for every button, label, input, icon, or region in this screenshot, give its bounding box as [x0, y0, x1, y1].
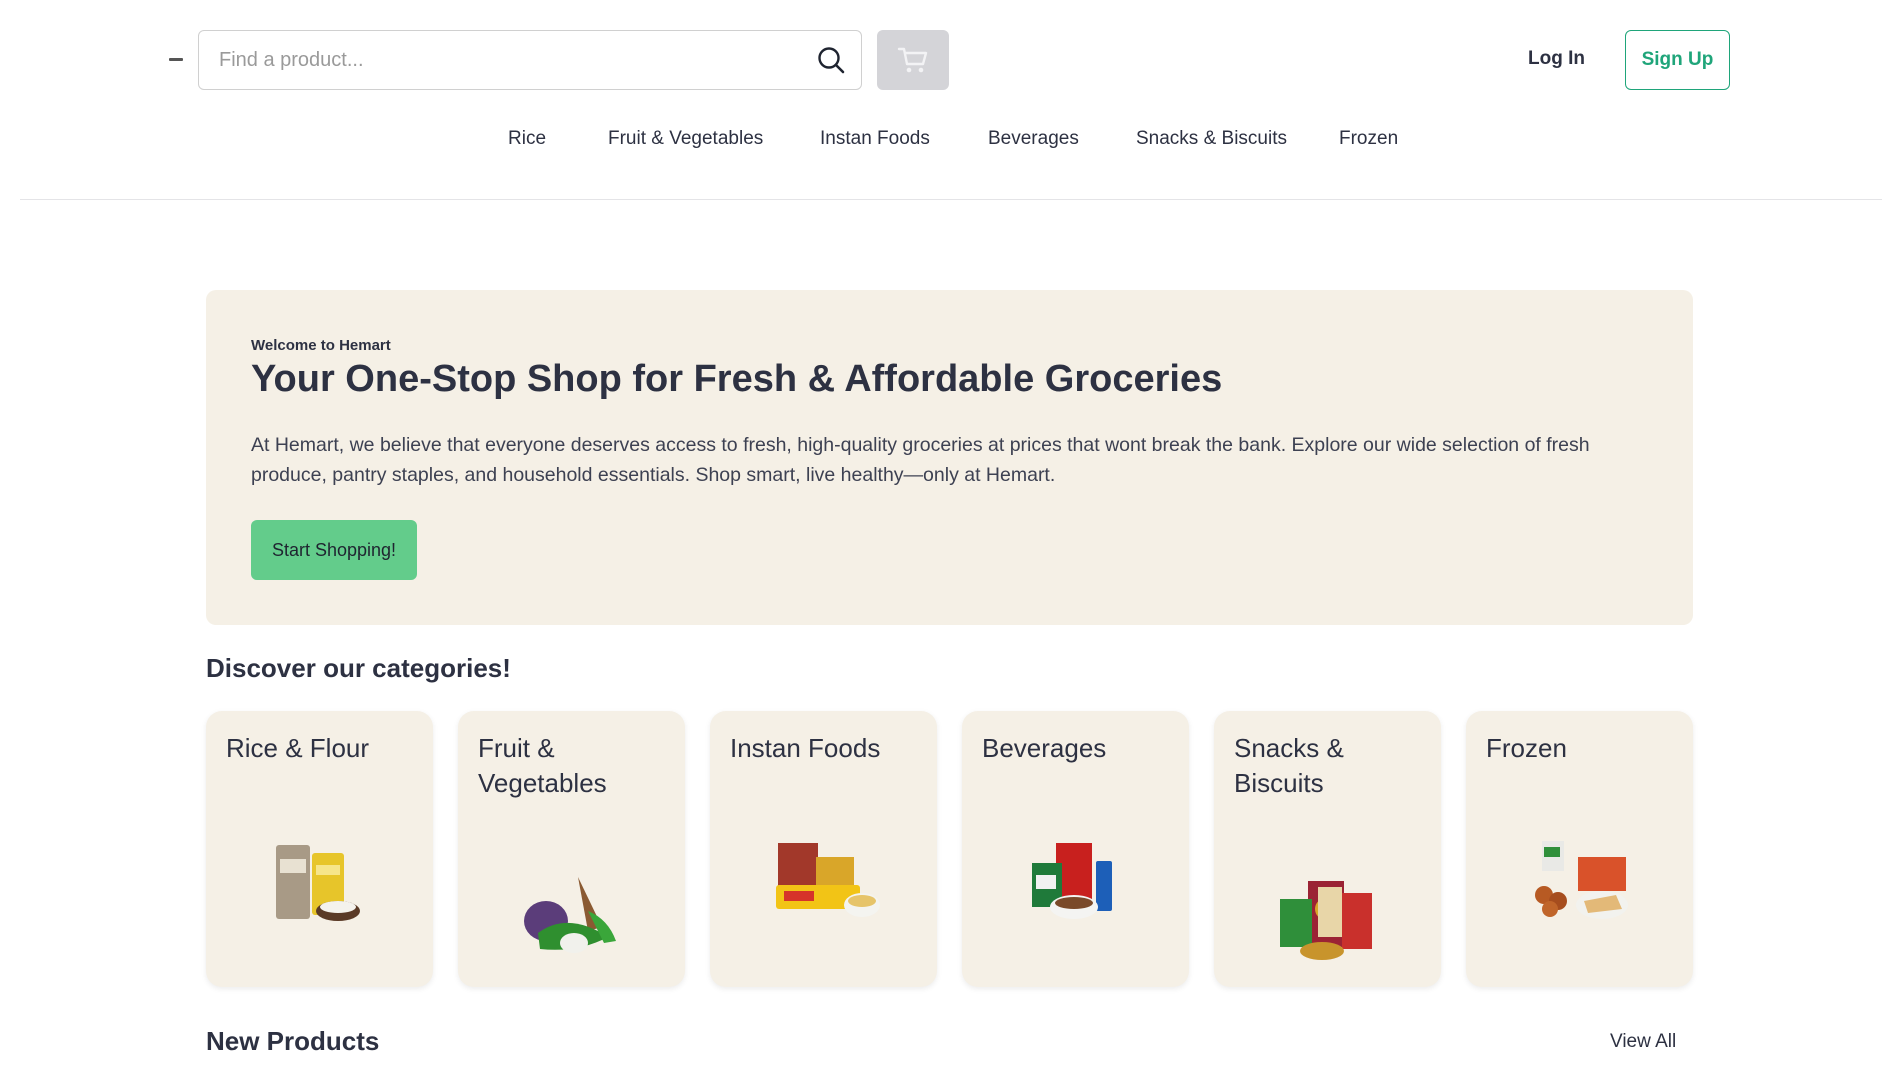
- hero-description: At Hemart, we believe that everyone dese…: [251, 434, 1590, 486]
- category-name: Frozen: [1486, 733, 1567, 763]
- category-card-beverages[interactable]: Beverages: [962, 711, 1189, 987]
- nav-item-fruit-vegetables[interactable]: Fruit & Vegetables: [608, 128, 763, 150]
- category-card-instan-foods[interactable]: Instan Foods: [710, 711, 937, 987]
- category-nav: Rice Fruit & Vegetables Instan Foods Bev…: [0, 128, 1882, 154]
- snacks-biscuits-image: [1280, 881, 1372, 960]
- site-header: Log In Sign Up Rice Fruit & Vegetables I…: [0, 0, 1882, 200]
- hero-title: Your One-Stop Shop for Fresh & Affordabl…: [251, 358, 1223, 400]
- cart-button[interactable]: [877, 30, 949, 90]
- beverages-image: [1032, 843, 1112, 919]
- nav-item-rice[interactable]: Rice: [508, 128, 546, 150]
- search-icon: [818, 47, 845, 74]
- category-name: Snacks & Biscuits: [1234, 733, 1344, 798]
- hero-banner: Welcome to Hemart Your One-Stop Shop for…: [206, 290, 1693, 625]
- header-divider: [20, 199, 1882, 200]
- view-all-link[interactable]: View All: [1610, 1031, 1676, 1053]
- nav-item-beverages[interactable]: Beverages: [988, 128, 1079, 150]
- nav-item-instan-foods[interactable]: Instan Foods: [820, 128, 930, 150]
- search-bar: [198, 30, 862, 90]
- search-button[interactable]: [801, 31, 861, 89]
- fruit-vegetables-image: [524, 877, 616, 953]
- rice-flour-image: [276, 845, 360, 921]
- logo[interactable]: [169, 58, 183, 61]
- category-name: Fruit & Vegetables: [478, 733, 607, 798]
- category-card-snacks-biscuits[interactable]: Snacks & Biscuits: [1214, 711, 1441, 987]
- start-shopping-button[interactable]: Start Shopping!: [251, 520, 417, 580]
- search-input[interactable]: [199, 31, 801, 89]
- hero-eyebrow: Welcome to Hemart: [251, 337, 391, 354]
- instan-foods-image: [776, 843, 880, 917]
- cart-icon: [897, 47, 928, 73]
- signup-button[interactable]: Sign Up: [1625, 30, 1730, 90]
- new-products-heading: New Products: [206, 1026, 380, 1056]
- frozen-image: [1535, 841, 1628, 919]
- category-name: Beverages: [982, 733, 1107, 763]
- category-card-fruit-vegetables[interactable]: Fruit & Vegetables: [458, 711, 685, 987]
- login-link[interactable]: Log In: [1528, 48, 1585, 70]
- category-name: Rice & Flour: [226, 733, 370, 763]
- nav-item-snacks-biscuits[interactable]: Snacks & Biscuits: [1136, 128, 1287, 150]
- categories-heading: Discover our categories!: [206, 653, 511, 683]
- category-card-rice-flour[interactable]: Rice & Flour: [206, 711, 433, 987]
- nav-item-frozen[interactable]: Frozen: [1339, 128, 1398, 150]
- category-card-frozen[interactable]: Frozen: [1466, 711, 1693, 987]
- category-name: Instan Foods: [730, 733, 881, 763]
